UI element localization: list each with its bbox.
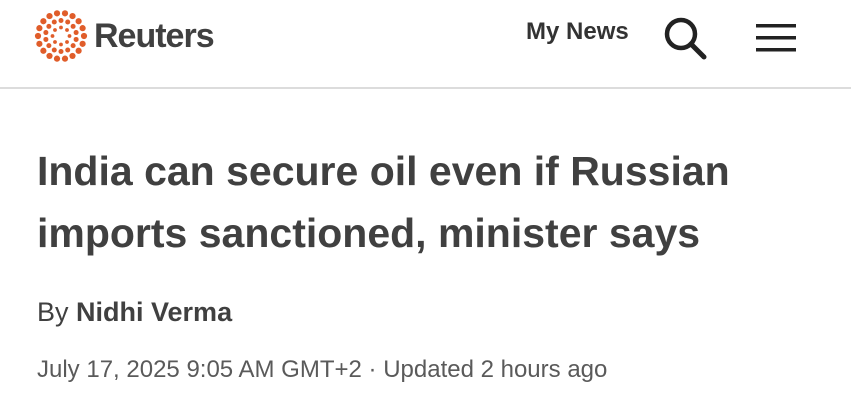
- logo-dot: [69, 12, 76, 20]
- dateline-separator: ·: [368, 356, 377, 383]
- published-time: July 17, 2025 9:05 AM GMT+2: [37, 356, 362, 383]
- logo-dot: [58, 49, 64, 54]
- byline: By Nidhi Verma: [37, 297, 232, 328]
- logo-dot: [53, 40, 57, 44]
- logo-dot: [43, 36, 49, 42]
- reuters-dot-ring-icon: [34, 10, 88, 62]
- logo-dot: [59, 25, 63, 30]
- search-icon: [664, 17, 707, 60]
- logo-dot: [79, 40, 86, 47]
- logo-dot: [46, 52, 53, 60]
- logo-text: Reuters: [94, 16, 215, 55]
- logo-dot: [36, 25, 43, 32]
- logo-dot: [34, 32, 42, 40]
- logo-dot: [46, 23, 52, 29]
- logo-dot: [51, 47, 57, 53]
- logo-dot: [65, 47, 71, 53]
- logo-dot: [75, 18, 82, 25]
- logo-dot: [70, 23, 76, 29]
- logo-dot: [65, 19, 71, 25]
- logo-dot: [65, 40, 69, 44]
- logo-dot: [73, 36, 79, 42]
- hamburger-menu-icon: [756, 24, 796, 52]
- logo-dot: [58, 18, 64, 23]
- updated-time: Updated 2 hours ago: [383, 356, 608, 383]
- menu-button[interactable]: [754, 20, 798, 56]
- logo-dot: [40, 47, 47, 54]
- logo-dot: [51, 19, 57, 25]
- logo-dot: [53, 28, 57, 32]
- logo-dot: [61, 10, 69, 17]
- logo-dot: [65, 28, 69, 32]
- logo-dot: [73, 30, 79, 36]
- logo-dot: [61, 55, 69, 62]
- logo-dot: [79, 25, 86, 32]
- logo-dot: [70, 43, 76, 49]
- logo-dot: [40, 18, 47, 25]
- logo-dot: [67, 34, 72, 38]
- site-header: Reuters My News: [0, 0, 851, 89]
- logo-dot: [59, 42, 63, 47]
- byline-prefix: By: [37, 297, 69, 327]
- logo-dot: [53, 10, 61, 17]
- logo-dot: [53, 55, 61, 62]
- article-headline: India can secure oil even if Russian imp…: [37, 148, 730, 256]
- search-button[interactable]: [661, 14, 709, 62]
- logo-dot: [46, 43, 52, 49]
- logo-dot: [69, 52, 76, 60]
- logo-dot: [46, 12, 53, 20]
- logo-dot: [75, 47, 82, 54]
- my-news-link[interactable]: My News: [526, 18, 629, 46]
- author-link[interactable]: Nidhi Verma: [76, 297, 232, 327]
- logo-dot: [36, 40, 43, 47]
- dateline: July 17, 2025 9:05 AM GMT+2 · Updated 2 …: [37, 356, 607, 384]
- logo-dot: [43, 30, 49, 36]
- logo-dot: [80, 32, 88, 40]
- logo-dot: [50, 34, 55, 38]
- reuters-logo[interactable]: Reuters: [34, 8, 215, 64]
